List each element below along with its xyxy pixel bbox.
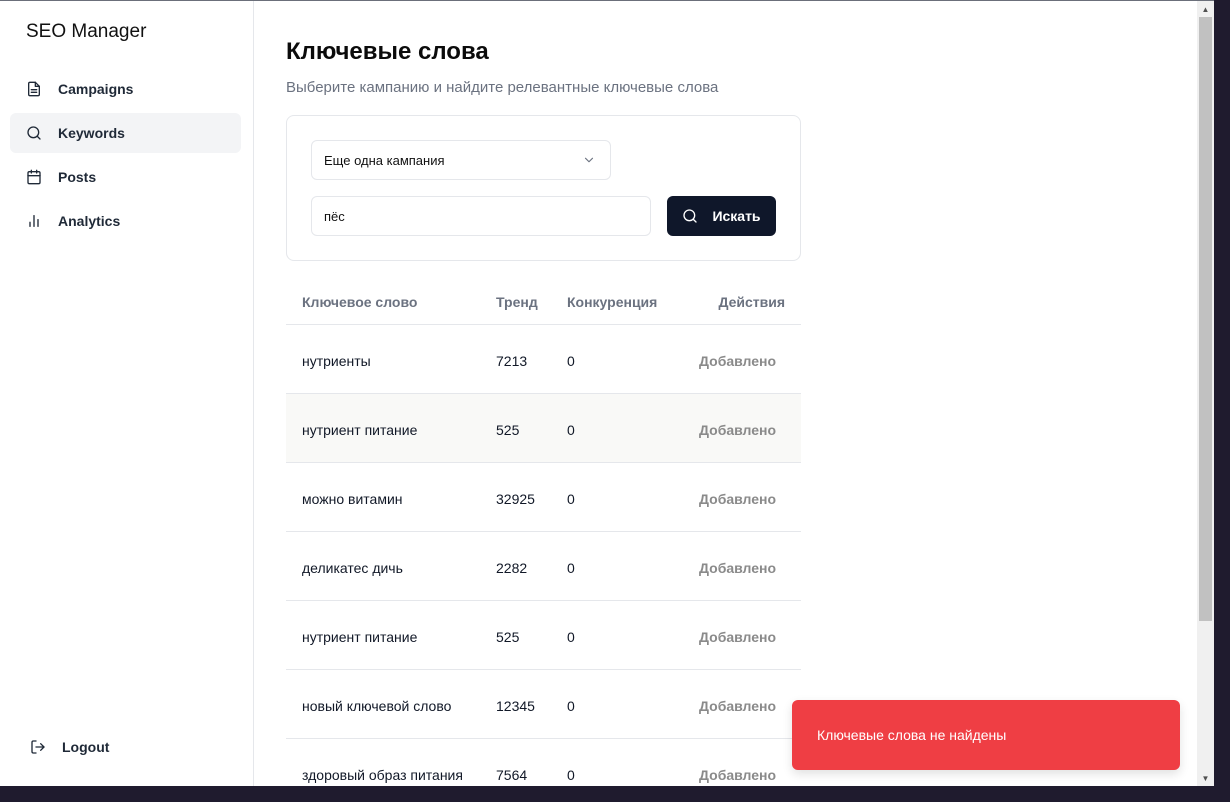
table-row: деликатес дичь 2282 0 Добавлено bbox=[286, 532, 801, 601]
search-icon bbox=[26, 125, 42, 141]
added-button[interactable]: Добавлено bbox=[699, 629, 776, 645]
bar-chart-icon bbox=[26, 213, 42, 229]
sidebar-item-campaigns[interactable]: Campaigns bbox=[10, 69, 241, 109]
page-title: Ключевые слова bbox=[286, 38, 489, 65]
sidebar-item-label: Analytics bbox=[58, 213, 121, 229]
keyword-cell: нутриент питание bbox=[302, 422, 418, 438]
competition-cell: 0 bbox=[567, 353, 575, 369]
competition-cell: 0 bbox=[567, 560, 575, 576]
column-header-competition: Конкуренция bbox=[567, 294, 658, 310]
search-button[interactable]: Искать bbox=[667, 196, 776, 236]
competition-cell: 0 bbox=[567, 629, 575, 645]
search-button-label: Искать bbox=[712, 208, 761, 224]
added-button[interactable]: Добавлено bbox=[699, 560, 776, 576]
keyword-cell: нутриент питание bbox=[302, 629, 418, 645]
logout-icon bbox=[30, 739, 46, 755]
sidebar-item-keywords[interactable]: Keywords bbox=[10, 113, 241, 153]
table-row: нутриент питание 525 0 Добавлено bbox=[286, 394, 801, 463]
chevron-down-icon bbox=[584, 157, 594, 163]
app-title: SEO Manager bbox=[26, 21, 147, 42]
trend-cell: 525 bbox=[496, 422, 520, 438]
sidebar-nav: Campaigns Keywords Posts Analytics bbox=[10, 69, 241, 245]
trend-cell: 12345 bbox=[496, 698, 535, 714]
scroll-down-arrow-icon[interactable]: ▼ bbox=[1201, 774, 1210, 783]
competition-cell: 0 bbox=[567, 491, 575, 507]
trend-cell: 7564 bbox=[496, 767, 528, 783]
competition-cell: 0 bbox=[567, 698, 575, 714]
keyword-cell: нутриенты bbox=[302, 353, 371, 369]
logout-button[interactable]: Logout bbox=[30, 739, 109, 755]
competition-cell: 0 bbox=[567, 422, 575, 438]
added-button[interactable]: Добавлено bbox=[699, 698, 776, 714]
keyword-cell: деликатес дичь bbox=[302, 560, 403, 576]
trend-cell: 32925 bbox=[496, 491, 535, 507]
table-row: можно витамин 32925 0 Добавлено bbox=[286, 463, 801, 532]
document-icon bbox=[26, 81, 42, 97]
table-row: здоровый образ питания 7564 0 Добавлено bbox=[286, 739, 801, 786]
table-row: нутриент питание 525 0 Добавлено bbox=[286, 601, 801, 670]
campaign-select[interactable]: Еще одна кампания bbox=[311, 140, 611, 180]
keywords-table: Ключевое слово Тренд Конкуренция Действи… bbox=[286, 277, 801, 786]
keyword-cell: здоровый образ питания bbox=[302, 767, 463, 783]
vertical-scrollbar[interactable]: ▲ ▼ bbox=[1197, 1, 1214, 786]
table-header: Ключевое слово Тренд Конкуренция Действи… bbox=[286, 277, 801, 325]
keyword-cell: новый ключевой слово bbox=[302, 698, 452, 714]
calendar-icon bbox=[26, 169, 42, 185]
search-icon bbox=[682, 208, 698, 224]
sidebar-item-label: Keywords bbox=[58, 125, 125, 141]
page-subtitle: Выберите кампанию и найдите релевантные … bbox=[286, 79, 719, 96]
app-window: SEO Manager Campaigns Keywords Posts Ana… bbox=[0, 0, 1214, 786]
trend-cell: 2282 bbox=[496, 560, 528, 576]
scroll-up-arrow-icon[interactable]: ▲ bbox=[1201, 5, 1210, 14]
keyword-search-input[interactable] bbox=[311, 196, 651, 236]
table-row: нутриенты 7213 0 Добавлено bbox=[286, 325, 801, 394]
campaign-select-value: Еще одна кампания bbox=[324, 152, 445, 168]
competition-cell: 0 bbox=[567, 767, 575, 783]
sidebar-item-label: Posts bbox=[58, 169, 97, 185]
trend-cell: 525 bbox=[496, 629, 520, 645]
scrollbar-thumb[interactable] bbox=[1199, 17, 1212, 621]
keyword-cell: можно витамин bbox=[302, 491, 403, 507]
sidebar: SEO Manager Campaigns Keywords Posts Ana… bbox=[0, 1, 254, 786]
column-header-trend: Тренд bbox=[496, 294, 538, 310]
sidebar-item-label: Campaigns bbox=[58, 81, 134, 97]
sidebar-item-posts[interactable]: Posts bbox=[10, 157, 241, 197]
error-toast[interactable]: Ключевые слова не найдены bbox=[792, 700, 1180, 770]
logout-label: Logout bbox=[62, 739, 110, 755]
table-row: новый ключевой слово 12345 0 Добавлено bbox=[286, 670, 801, 739]
trend-cell: 7213 bbox=[496, 353, 528, 369]
added-button[interactable]: Добавлено bbox=[699, 353, 776, 369]
added-button[interactable]: Добавлено bbox=[699, 767, 776, 783]
column-header-actions: Действия bbox=[718, 294, 785, 310]
added-button[interactable]: Добавлено bbox=[699, 491, 776, 507]
search-card: Еще одна кампания Искать bbox=[286, 115, 801, 261]
sidebar-item-analytics[interactable]: Analytics bbox=[10, 201, 241, 241]
added-button[interactable]: Добавлено bbox=[699, 422, 776, 438]
column-header-keyword: Ключевое слово bbox=[302, 294, 418, 310]
